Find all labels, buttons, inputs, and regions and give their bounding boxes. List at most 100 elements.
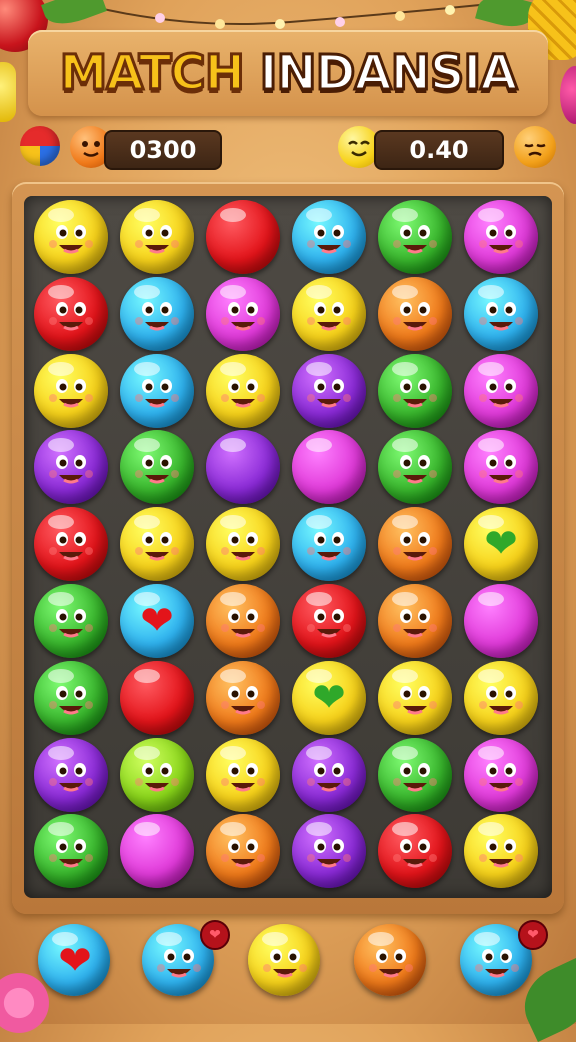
ball-magenta-r2c3[interactable] [206,276,280,351]
ball-blue-r1c4[interactable] [292,200,366,274]
game-title: MATCH INDANSIA [0,30,576,116]
timer-display: 0.40 [374,130,504,170]
ball-blue-r2c2[interactable] [120,276,194,351]
smiley-face-icon [479,762,523,792]
title-part1: MATCH [58,44,246,103]
ball-green-r9c1[interactable] [34,814,108,889]
smiley-face-icon [135,762,179,792]
ball-red-r7c2[interactable] [120,660,194,735]
ball-magenta-r9c2[interactable] [120,814,194,889]
smiley-face-icon [393,225,437,254]
ball-purple-r4c1[interactable] [34,430,108,505]
ball-green-r4c5[interactable] [378,430,452,505]
heart-badge-icon: ❤ [200,920,230,950]
smiley-face-icon [479,225,523,254]
smiley-face-icon [307,301,351,331]
ball-red-r9c5[interactable] [378,814,452,889]
smiley-face-icon [49,532,93,561]
ball-red-r5c1[interactable] [34,507,108,582]
smiley-face-icon [393,532,437,561]
ball-yellow-r1c1[interactable] [34,200,108,274]
smiley-face-icon [479,685,523,715]
pensive-emoji-icon [514,126,556,168]
smiley-face-icon [135,378,179,408]
ball-magenta-r3c6[interactable] [464,353,538,428]
tray-ball-3[interactable] [248,924,320,996]
ball-orange-r2c5[interactable] [378,276,452,351]
ball-red-r1c3[interactable] [206,200,280,274]
ball-orange-r6c5[interactable] [378,584,452,658]
smiley-face-icon [393,839,437,868]
ball-red-r2c1[interactable] [34,276,108,351]
ball-orange-r9c3[interactable] [206,814,280,889]
ball-purple-r8c4[interactable] [292,737,366,812]
ball-yellow-r5c6[interactable]: ❤ [464,507,538,582]
ball-green-r3c5[interactable] [378,353,452,428]
ball-red-r6c4[interactable] [292,584,366,658]
ball-magenta-r6c6[interactable] [464,584,538,658]
ball-green-r1c5[interactable] [378,200,452,274]
ball-orange-r5c5[interactable] [378,507,452,582]
smiley-face-icon [221,609,265,638]
colorful-ball-icon[interactable] [20,126,60,166]
smiley-face-icon [479,839,523,868]
smiley-face-icon [479,378,523,408]
smiley-face-icon [393,685,437,715]
ball-magenta-r8c6[interactable] [464,737,538,812]
smiley-face-icon [393,762,437,792]
ball-purple-r8c1[interactable] [34,737,108,812]
smiley-face-icon [307,609,351,638]
smiley-face-icon [393,609,437,638]
smiley-face-icon [221,685,265,715]
ball-purple-r9c4[interactable] [292,814,366,889]
smiley-face-icon [393,455,437,484]
ball-blue-r6c2[interactable]: ❤ [120,584,194,658]
ball-yellow-r3c1[interactable] [34,353,108,428]
ball-yellow-r5c2[interactable] [120,507,194,582]
smiley-face-icon [135,301,179,331]
ball-yellow-r8c3[interactable] [206,737,280,812]
smiley-face-icon [49,455,93,484]
ball-yellow-r3c3[interactable] [206,353,280,428]
ball-lime-r8c2[interactable] [120,737,194,812]
ball-green-r6c1[interactable] [34,584,108,658]
ball-yellow-r9c6[interactable] [464,814,538,889]
ball-magenta-r4c4[interactable] [292,430,366,505]
heart-badge-icon: ❤ [518,920,548,950]
smiley-face-icon [307,839,351,868]
smiley-face-icon [221,301,265,331]
ball-yellow-r2c4[interactable] [292,276,366,351]
ball-blue-r5c4[interactable] [292,507,366,582]
ball-purple-r4c3[interactable] [206,430,280,505]
ball-yellow-r7c4[interactable]: ❤ [292,660,366,735]
ball-yellow-r7c6[interactable] [464,660,538,735]
smiley-face-icon [369,949,413,978]
ball-purple-r3c4[interactable] [292,353,366,428]
smiley-face-icon [307,532,351,561]
ball-green-r7c1[interactable] [34,660,108,735]
ball-green-r4c2[interactable] [120,430,194,505]
smiley-face-icon [307,762,351,792]
ball-blue-r2c6[interactable] [464,276,538,351]
ball-magenta-r1c6[interactable] [464,200,538,274]
smiley-face-icon [49,225,93,254]
ball-grid: ❤ ❤ ❤ [34,200,544,896]
tray-ball-4[interactable] [354,924,426,996]
ball-yellow-r7c5[interactable] [378,660,452,735]
ball-blue-r3c2[interactable] [120,353,194,428]
ball-green-r8c5[interactable] [378,737,452,812]
ball-yellow-r5c3[interactable] [206,507,280,582]
smiley-face-icon [307,378,351,408]
smiley-face-icon [221,839,265,868]
ball-yellow-r1c2[interactable] [120,200,194,274]
score-display: 0300 [104,130,222,170]
smiley-face-icon [263,949,307,978]
smiley-face-icon [49,609,93,638]
ball-magenta-r4c6[interactable] [464,430,538,505]
ball-orange-r6c3[interactable] [206,584,280,658]
smiley-face-icon [479,301,523,331]
ball-orange-r7c3[interactable] [206,660,280,735]
smiley-face-icon [393,378,437,408]
smiley-face-icon [135,455,179,484]
smiley-face-icon [135,532,179,561]
